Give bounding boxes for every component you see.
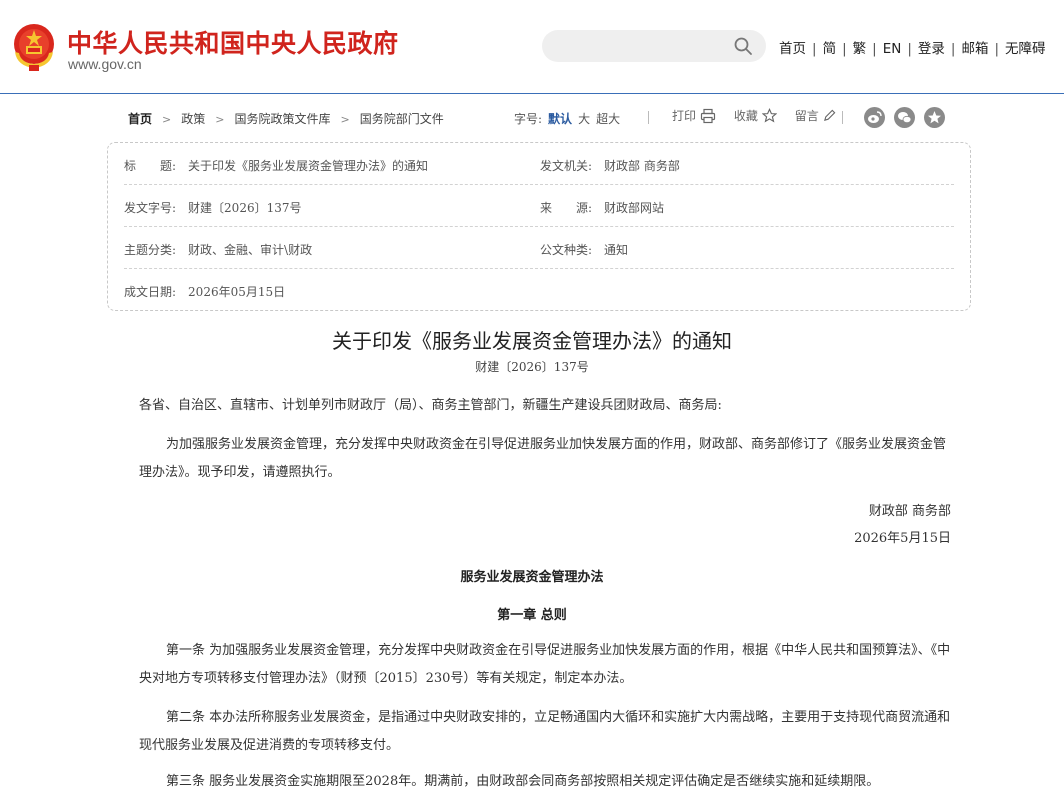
chevron-right-icon: > xyxy=(215,113,225,126)
search-box xyxy=(542,30,766,62)
article-toolbar: 首页 > 政策 > 国务院政策文件库 > 国务院部门文件 字号: 默认大超大 打印 收藏 留言 xyxy=(128,104,958,132)
meta-source-key: 来 源: xyxy=(540,201,593,215)
search-input[interactable] xyxy=(556,36,726,56)
meta-topic-value: 财政、金融、审计\财政 xyxy=(188,243,313,257)
chevron-right-icon: > xyxy=(162,113,172,126)
nav-traditional[interactable]: 繁 xyxy=(853,41,867,57)
meta-topic-key: 主题分类: xyxy=(124,243,177,257)
regulation-title: 服务业发展资金管理办法 xyxy=(460,570,604,585)
favorite-label: 收藏 xyxy=(733,109,758,123)
pencil-icon xyxy=(823,109,836,121)
chevron-right-icon: > xyxy=(340,113,350,126)
meta-date-key: 成文日期: xyxy=(124,285,177,299)
meta-date-value: 2026年05月15日 xyxy=(188,285,286,299)
top-nav: 首页 | 简 | 繁 | EN | 登录 | 邮箱 | 无障碍 xyxy=(779,37,1046,57)
nav-separator: | xyxy=(842,41,847,57)
divider xyxy=(842,111,843,124)
favorite-star-icon[interactable] xyxy=(924,107,945,128)
meta-docno-key: 发文字号: xyxy=(124,201,177,215)
article-number: 财建〔2026〕137号 xyxy=(475,360,589,374)
meta-row: 发文字号: 财建〔2026〕137号 来 源: 财政部网站 xyxy=(124,185,954,227)
meta-row: 标 题: 关于印发《服务业发展资金管理办法》的通知 发文机关: 财政部 商务部 xyxy=(124,143,954,185)
article-clause-2: 第二条 本办法所称服务业发展资金，是指通过中央财政安排的，立足畅通国内大循环和实… xyxy=(139,710,951,753)
meta-issuer-key: 发文机关: xyxy=(540,159,593,173)
article-signature: 财政部 商务部 xyxy=(868,504,951,519)
meta-issuer-value: 财政部 商务部 xyxy=(604,159,680,173)
meta-date: 成文日期: 2026年05月15日 xyxy=(124,283,285,300)
divider xyxy=(648,111,649,124)
meta-row: 成文日期: 2026年05月15日 xyxy=(124,269,954,311)
breadcrumb-policy-library[interactable]: 国务院政策文件库 xyxy=(234,112,330,126)
nav-separator: | xyxy=(994,41,1000,57)
article-body: 为加强服务业发展资金管理，充分发挥中央财政资金在引导促进服务业加快发展方面的作用… xyxy=(139,437,947,480)
article-salutation: 各省、自治区、直辖市、计划单列市财政厅（局）、商务主管部门，新疆生产建设兵团财政… xyxy=(139,398,722,413)
meta-docno: 发文字号: 财建〔2026〕137号 xyxy=(124,199,302,216)
nav-separator: | xyxy=(812,41,817,57)
font-size-large[interactable]: 大 xyxy=(578,112,590,126)
meta-row: 主题分类: 财政、金融、审计\财政 公文种类: 通知 xyxy=(124,227,954,269)
comment-label: 留言 xyxy=(794,109,819,123)
article-clause-1: 第一条 为加强服务业发展资金管理，充分发挥中央财政资金在引导促进服务业加快发展方… xyxy=(139,643,951,686)
meta-docno-value: 财建〔2026〕137号 xyxy=(188,201,302,215)
comment-button[interactable]: 留言 xyxy=(795,107,836,124)
article-title: 关于印发《服务业发展资金管理办法》的通知 xyxy=(332,329,732,353)
article-tools: 打印 收藏 留言 xyxy=(672,107,850,124)
favorite-button[interactable]: 收藏 xyxy=(734,107,777,124)
font-size-xlarge[interactable]: 超大 xyxy=(596,112,620,126)
meta-kind-value: 通知 xyxy=(604,243,629,257)
nav-login[interactable]: 登录 xyxy=(918,41,945,57)
chapter-title: 第一章 总则 xyxy=(497,608,567,623)
nav-home[interactable]: 首页 xyxy=(779,41,806,57)
document-meta-box: 标 题: 关于印发《服务业发展资金管理办法》的通知 发文机关: 财政部 商务部 发文… xyxy=(107,142,971,311)
breadcrumb-policy[interactable]: 政策 xyxy=(181,112,205,126)
meta-source-value: 财政部网站 xyxy=(604,201,665,215)
nav-accessibility[interactable]: 无障碍 xyxy=(1005,41,1046,57)
font-size-label: 字号: xyxy=(514,112,543,126)
nav-separator: | xyxy=(950,41,956,57)
meta-kind: 公文种类: 通知 xyxy=(540,241,628,258)
font-size-default[interactable]: 默认 xyxy=(548,112,572,126)
nav-simplified[interactable]: 简 xyxy=(823,41,837,57)
meta-kind-key: 公文种类: xyxy=(540,243,593,257)
article-date: 2026年5月15日 xyxy=(854,531,951,546)
font-size-selector: 字号: 默认大超大 xyxy=(514,110,620,127)
site-url[interactable]: www.gov.cn xyxy=(68,56,142,72)
meta-title-value: 关于印发《服务业发展资金管理办法》的通知 xyxy=(188,159,429,173)
print-button[interactable]: 打印 xyxy=(672,107,716,124)
meta-title-key: 标 题: xyxy=(124,159,177,173)
search-icon[interactable] xyxy=(733,36,753,56)
nav-separator: | xyxy=(907,41,912,57)
nav-english[interactable]: EN xyxy=(883,41,902,57)
star-outline-icon xyxy=(761,108,777,123)
meta-title: 标 题: 关于印发《服务业发展资金管理办法》的通知 xyxy=(124,157,428,174)
nav-mail[interactable]: 邮箱 xyxy=(961,41,988,57)
printer-icon xyxy=(700,108,716,123)
weibo-icon[interactable] xyxy=(864,107,885,128)
meta-source: 来 源: 财政部网站 xyxy=(540,199,664,216)
breadcrumb-department-docs[interactable]: 国务院部门文件 xyxy=(360,112,444,126)
breadcrumb-home[interactable]: 首页 xyxy=(128,112,152,126)
nav-separator: | xyxy=(872,41,877,57)
meta-issuer: 发文机关: 财政部 商务部 xyxy=(540,157,680,174)
breadcrumb: 首页 > 政策 > 国务院政策文件库 > 国务院部门文件 xyxy=(128,110,444,127)
share-bar xyxy=(864,107,954,128)
site-header: 中华人民共和国中央人民政府 www.gov.cn 首页 | 简 | 繁 | EN | 登录 | 邮箱… xyxy=(0,0,1064,94)
national-emblem-icon[interactable] xyxy=(11,22,57,72)
print-label: 打印 xyxy=(672,109,697,123)
site-name[interactable]: 中华人民共和国中央人民政府 xyxy=(67,24,399,60)
wechat-icon[interactable] xyxy=(894,107,915,128)
meta-topic: 主题分类: 财政、金融、审计\财政 xyxy=(124,241,312,258)
